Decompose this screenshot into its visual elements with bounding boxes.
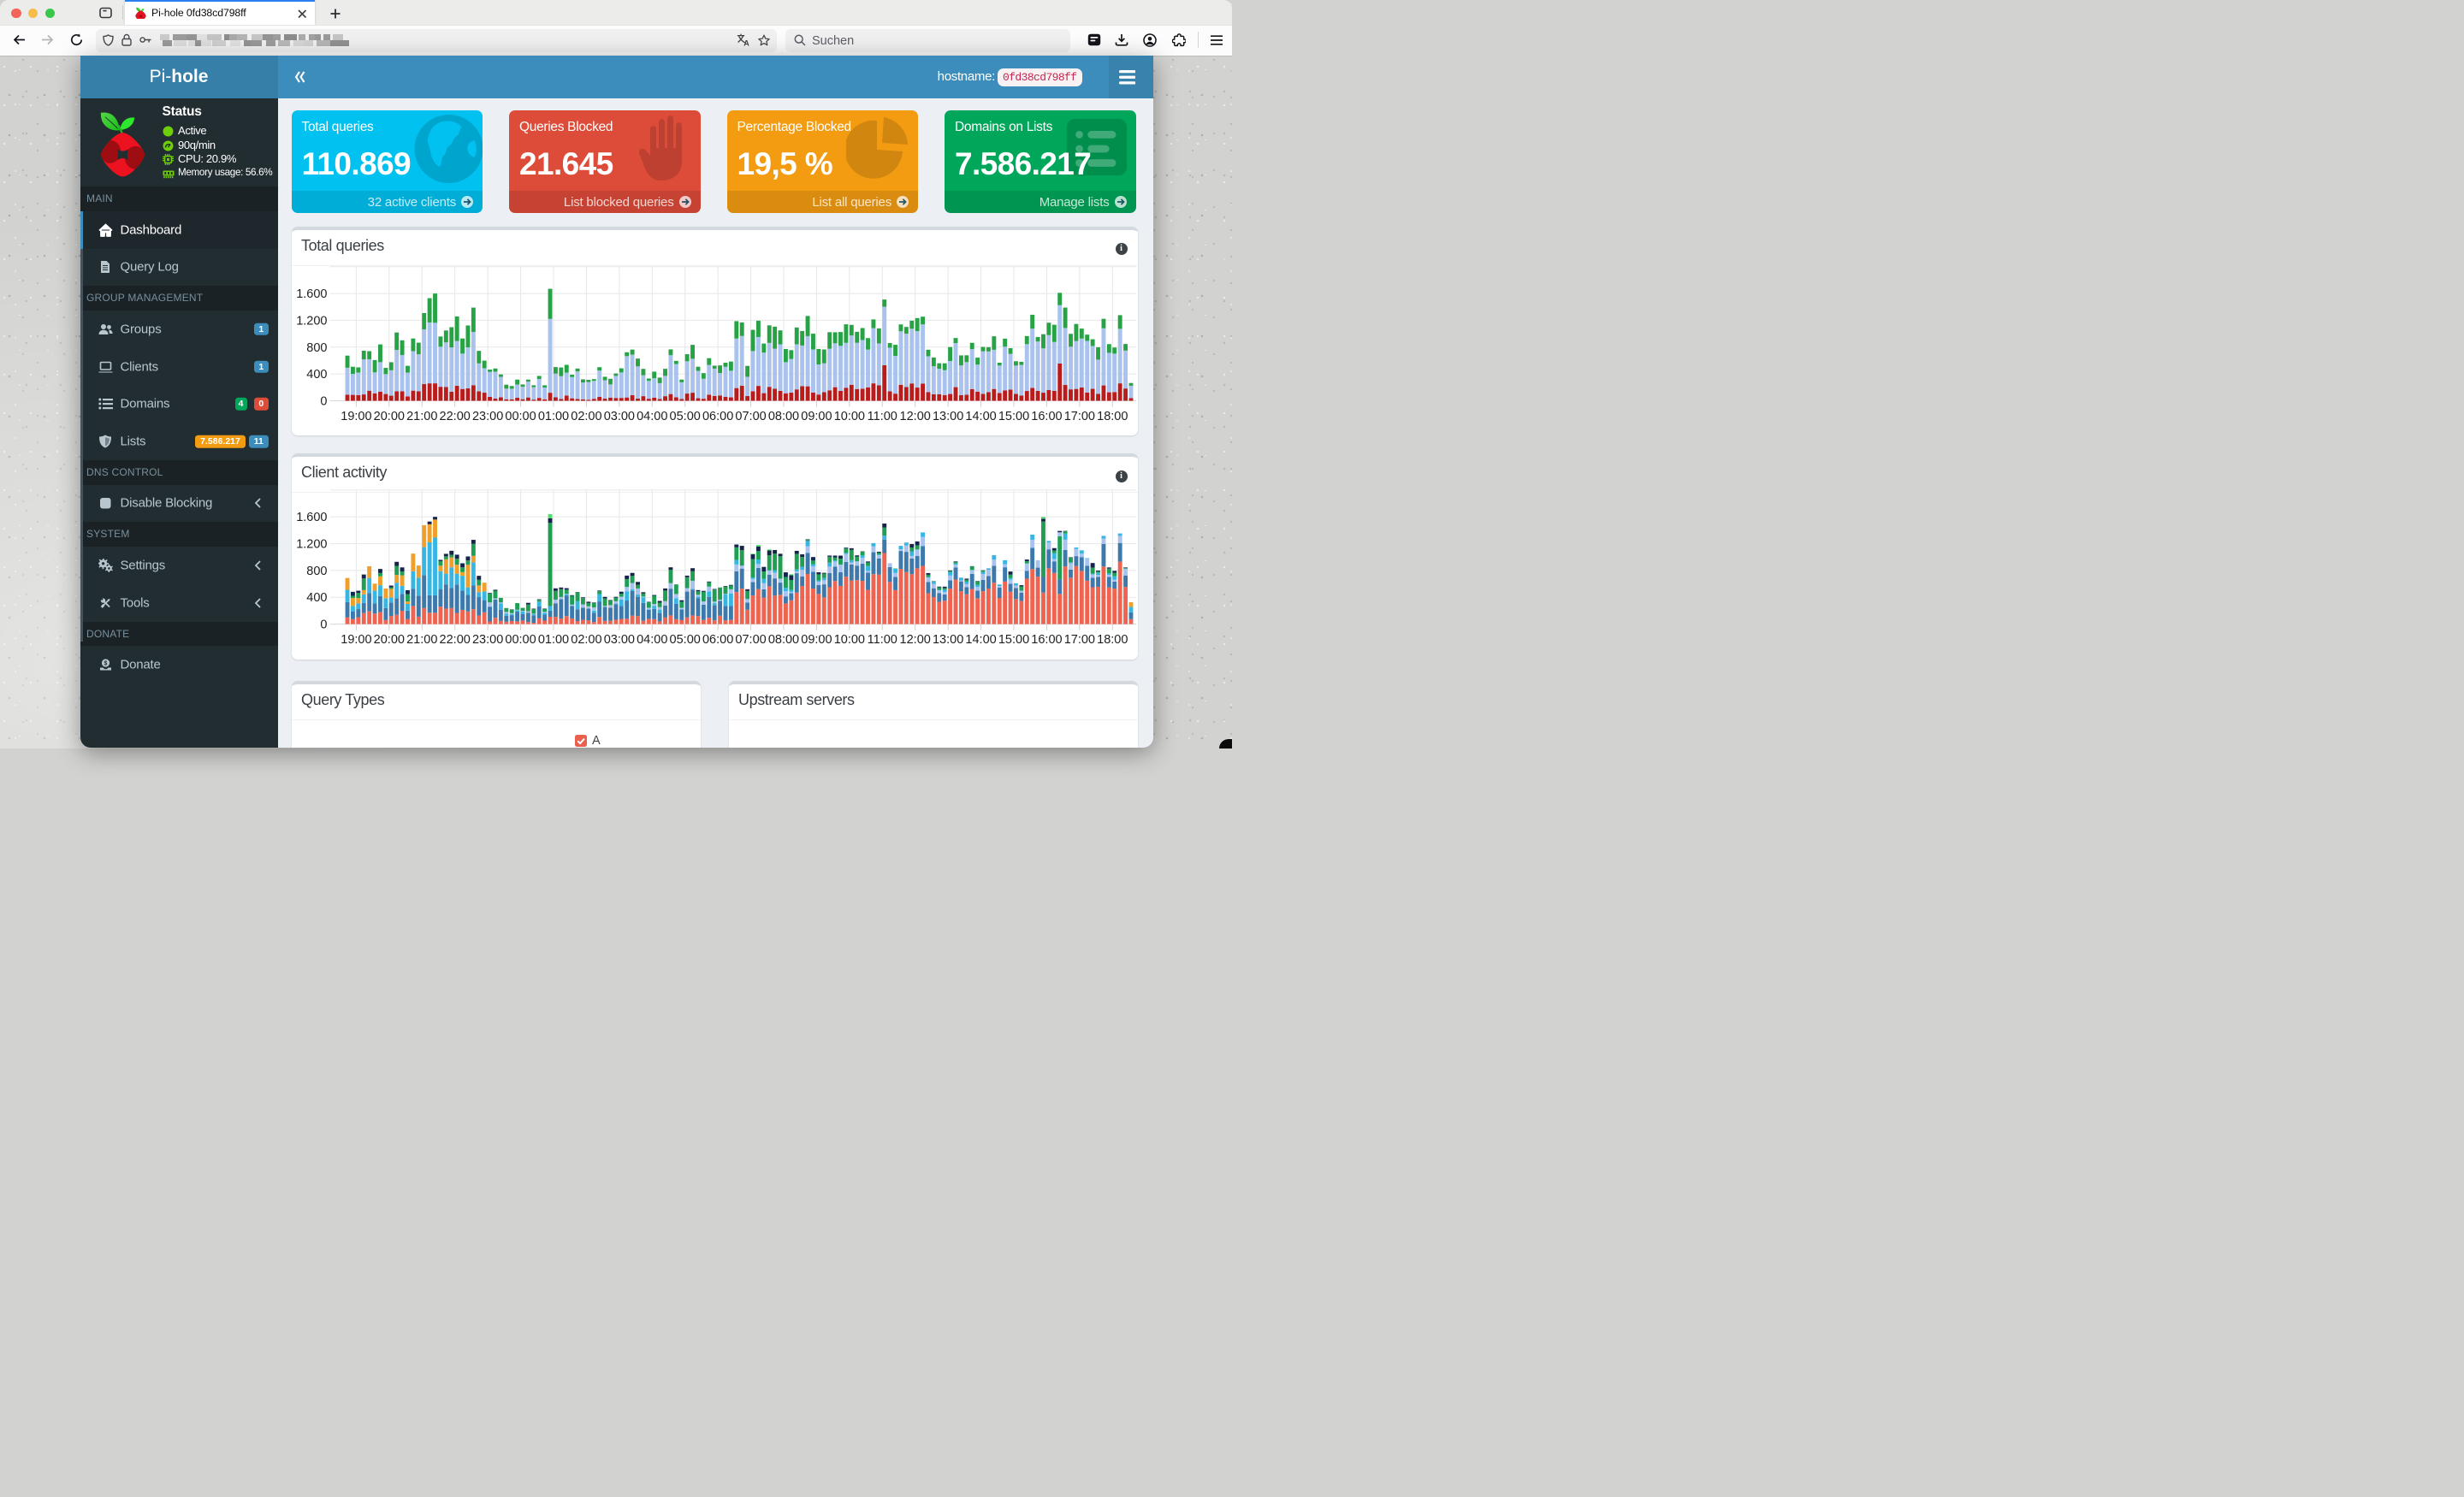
svg-text:17:00: 17:00: [1064, 633, 1095, 647]
svg-text:15:00: 15:00: [998, 410, 1029, 423]
svg-text:20:00: 20:00: [374, 410, 405, 423]
svg-text:04:00: 04:00: [637, 410, 667, 423]
svg-text:17:00: 17:00: [1064, 410, 1095, 423]
svg-text:800: 800: [306, 565, 327, 578]
svg-text:13:00: 13:00: [933, 410, 963, 423]
svg-text:09:00: 09:00: [801, 410, 832, 423]
svg-text:23:00: 23:00: [472, 633, 503, 647]
svg-text:00:00: 00:00: [505, 633, 536, 647]
svg-text:1.600: 1.600: [296, 511, 327, 524]
svg-text:11:00: 11:00: [868, 410, 897, 423]
svg-text:1.200: 1.200: [296, 538, 327, 552]
svg-text:01:00: 01:00: [538, 410, 569, 423]
svg-text:18:00: 18:00: [1097, 410, 1128, 423]
svg-text:19:00: 19:00: [341, 410, 371, 423]
svg-text:13:00: 13:00: [933, 633, 963, 647]
svg-text:08:00: 08:00: [768, 410, 799, 423]
svg-text:11:00: 11:00: [868, 633, 897, 647]
svg-text:03:00: 03:00: [604, 410, 635, 423]
svg-text:06:00: 06:00: [702, 633, 733, 647]
svg-text:02:00: 02:00: [571, 633, 601, 647]
svg-text:16:00: 16:00: [1031, 410, 1062, 423]
svg-text:0: 0: [320, 618, 327, 632]
svg-text:05:00: 05:00: [670, 633, 701, 647]
svg-text:19:00: 19:00: [341, 633, 371, 647]
svg-text:18:00: 18:00: [1097, 633, 1128, 647]
svg-text:07:00: 07:00: [735, 410, 766, 423]
svg-text:14:00: 14:00: [965, 633, 996, 647]
svg-text:10:00: 10:00: [834, 633, 865, 647]
svg-text:400: 400: [306, 591, 327, 605]
svg-text:22:00: 22:00: [440, 633, 471, 647]
svg-text:06:00: 06:00: [702, 410, 733, 423]
svg-text:22:00: 22:00: [440, 410, 471, 423]
svg-text:23:00: 23:00: [472, 410, 503, 423]
svg-text:12:00: 12:00: [900, 633, 931, 647]
svg-text:05:00: 05:00: [670, 410, 701, 423]
svg-text:14:00: 14:00: [965, 410, 996, 423]
svg-text:1.200: 1.200: [296, 314, 327, 328]
svg-text:10:00: 10:00: [834, 410, 865, 423]
svg-text:$: $: [104, 660, 107, 666]
svg-text:400: 400: [306, 368, 327, 382]
svg-text:12:00: 12:00: [900, 410, 931, 423]
svg-text:09:00: 09:00: [801, 633, 832, 647]
svg-text:0: 0: [320, 395, 327, 409]
svg-text:A: A: [743, 39, 749, 47]
svg-text:04:00: 04:00: [637, 633, 667, 647]
svg-text:07:00: 07:00: [735, 633, 766, 647]
svg-text:21:00: 21:00: [406, 410, 437, 423]
svg-text:20:00: 20:00: [374, 633, 405, 647]
svg-text:16:00: 16:00: [1031, 633, 1062, 647]
svg-text:800: 800: [306, 341, 327, 355]
svg-text:00:00: 00:00: [505, 410, 536, 423]
svg-text:1.600: 1.600: [296, 287, 327, 301]
svg-text:01:00: 01:00: [538, 633, 569, 647]
svg-text:21:00: 21:00: [406, 633, 437, 647]
svg-text:08:00: 08:00: [768, 633, 799, 647]
svg-text:02:00: 02:00: [571, 410, 601, 423]
svg-text:15:00: 15:00: [998, 633, 1029, 647]
svg-text:03:00: 03:00: [604, 633, 635, 647]
